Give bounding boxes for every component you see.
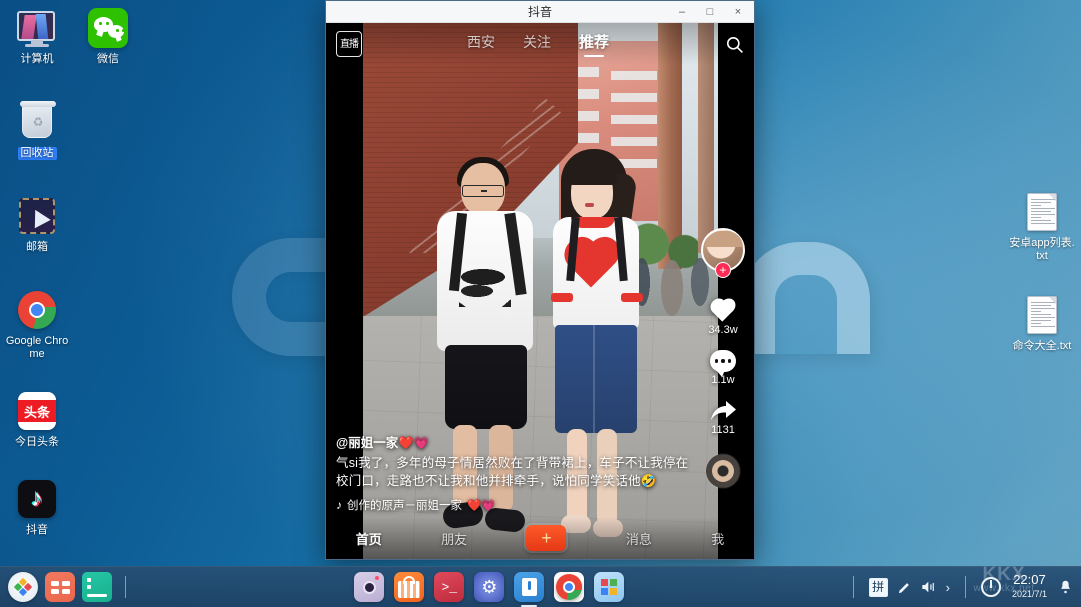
power-icon[interactable] <box>980 577 1001 597</box>
desktop-icon-label: 回收站 <box>17 147 57 160</box>
caption-author-name: @丽姐一家 <box>336 436 399 450</box>
caption-music[interactable]: ♪ 创作的原声－丽姐一家 ❤️💗 <box>336 497 692 513</box>
chrome-icon <box>17 290 57 330</box>
watermark: KKX www.kkx.net <box>929 559 1079 601</box>
tab-following[interactable]: 关注 <box>523 32 551 57</box>
wechat-icon <box>88 8 128 48</box>
desktop-icon-label: Google Chrome <box>5 335 69 360</box>
toutiao-icon: 头条 <box>17 391 57 431</box>
close-button[interactable]: × <box>724 2 752 22</box>
desktop-icon-android-app-list-txt[interactable]: 安卓app列表.txt <box>1007 190 1077 263</box>
like-button[interactable]: 34.3w <box>708 286 738 336</box>
chevron-right-icon[interactable]: › <box>946 580 950 595</box>
avatar[interactable]: + <box>701 228 745 278</box>
recycle-bin-icon: ♻ <box>17 101 57 142</box>
caption-author[interactable]: @丽姐一家❤️💗 <box>336 432 692 451</box>
text-file-icon <box>1022 192 1062 232</box>
volume-icon[interactable] <box>921 580 937 594</box>
video-caption: @丽姐一家❤️💗 气si我了，多年的母子情居然败在了背带裙上，车子不让我停在校门… <box>326 432 754 513</box>
windows-apps-icon[interactable] <box>594 572 625 602</box>
chrome-icon[interactable] <box>554 572 585 602</box>
terminal-taskbar-button[interactable] <box>82 572 112 602</box>
desktop-icon-recycle-bin[interactable]: ♻ 回收站 <box>2 100 72 160</box>
desktop-icon-label: 今日头条 <box>15 436 59 448</box>
caption-author-hearts: ❤️💗 <box>398 436 430 450</box>
desktop-icon-douyin[interactable]: ♪ 抖音 <box>2 477 72 537</box>
clock-date: 2021/7/1 <box>1011 589 1047 599</box>
music-note-icon: ♪ <box>336 498 342 512</box>
app-bottom-navigation: 首页 朋友 + 消息 我 <box>326 517 754 559</box>
follow-plus-badge[interactable]: + <box>715 262 731 278</box>
window-titlebar[interactable]: 抖音 – □ × <box>326 1 754 23</box>
terminal-icon[interactable]: >_ <box>434 572 465 602</box>
text-file-icon <box>1022 295 1062 335</box>
bottom-nav-friends[interactable]: 朋友 <box>441 529 467 548</box>
desktop-icon-computer[interactable]: 计算机 <box>2 6 72 66</box>
desktop-icon-label: 抖音 <box>26 524 48 536</box>
live-button[interactable]: 直播 <box>336 31 362 57</box>
clock-time: 22:07 <box>1013 572 1046 587</box>
minimize-button[interactable]: – <box>668 2 696 22</box>
toutiao-glyph: 头条 <box>18 400 56 422</box>
comment-icon <box>710 350 736 377</box>
create-post-button[interactable]: + <box>526 525 567 551</box>
taskbar-divider <box>125 576 126 598</box>
mail-icon <box>17 196 57 236</box>
screenshot-app-icon[interactable] <box>354 572 385 602</box>
heart-icon <box>710 298 736 322</box>
desktop-icon-chrome[interactable]: Google Chrome <box>2 288 72 361</box>
desktop-icon-label: 计算机 <box>20 53 54 65</box>
pen-icon[interactable] <box>897 580 912 595</box>
window-controls: – □ × <box>668 1 752 23</box>
author-avatar-button[interactable]: + <box>701 228 745 278</box>
desktop-icon-label: 命令大全.txt <box>1012 340 1072 352</box>
bottom-nav-home[interactable]: 首页 <box>356 529 382 548</box>
desktop-icon-toutiao[interactable]: 头条 今日头条 <box>2 389 72 449</box>
bell-icon[interactable] <box>1058 579 1073 595</box>
douyin-window[interactable]: 抖音 – □ × 直播 西安 关注 推荐 + 34.3w 1.1w 1131 @… <box>325 0 755 560</box>
like-count: 34.3w <box>708 324 738 336</box>
taskbar-app-group: >_ ⚙ <box>132 572 847 602</box>
tab-recommend[interactable]: 推荐 <box>579 31 609 57</box>
taskbar-left-group <box>0 572 132 602</box>
taskbar[interactable]: >_ ⚙ 拼 › 22:07 2021/7/1 KKX www.kkx.net <box>0 565 1081 607</box>
start-menu-icon <box>13 577 33 597</box>
search-icon[interactable] <box>714 35 754 54</box>
windows-grid-icon <box>601 579 618 595</box>
app-launcher-button[interactable] <box>45 572 75 602</box>
video-player[interactable]: 直播 西安 关注 推荐 + 34.3w 1.1w 1131 @丽姐一家❤️💗 气… <box>326 23 754 559</box>
ime-indicator[interactable]: 拼 <box>868 577 888 597</box>
maximize-button[interactable]: □ <box>696 2 724 22</box>
app-top-navigation: 直播 西安 关注 推荐 <box>326 23 754 65</box>
bottom-nav-profile[interactable]: 我 <box>711 529 724 548</box>
comment-button[interactable]: 1.1w <box>710 350 736 386</box>
desktop-icon-column-right: 安卓app列表.txt 命令大全.txt <box>1007 190 1077 359</box>
taskbar-system-tray: 拼 › 22:07 2021/7/1 KKX www.kkx.net <box>847 565 1081 600</box>
music-title: 创作的原声－丽姐一家 <box>347 500 462 512</box>
tray-divider-left <box>852 576 854 598</box>
douyin-icon: ♪ <box>17 479 57 519</box>
desktop-icon-label: 邮箱 <box>26 241 48 253</box>
bottom-nav-messages[interactable]: 消息 <box>626 529 652 548</box>
desktop-icon-command-list-txt[interactable]: 命令大全.txt <box>1007 293 1077 353</box>
desktop-icon-label: 微信 <box>97 53 119 65</box>
desktop-icon-wechat[interactable]: 微信 <box>73 6 143 66</box>
start-menu-button[interactable] <box>8 572 38 602</box>
music-hearts: ❤️💗 <box>467 500 496 512</box>
top-tab-list: 西安 关注 推荐 <box>362 31 714 57</box>
clock[interactable]: 22:07 2021/7/1 <box>1010 572 1049 600</box>
caption-text: 气si我了，多年的母子情居然败在了背带裙上，车子不让我停在校门口，走路也不让我和… <box>336 456 689 488</box>
settings-icon[interactable]: ⚙ <box>474 572 505 602</box>
desktop-icon-label: 安卓app列表.txt <box>1009 237 1075 262</box>
desktop-icon-column-second: 微信 <box>73 6 143 72</box>
share-button[interactable]: 1131 <box>709 400 737 436</box>
tray-divider-right <box>964 576 966 598</box>
file-manager-icon[interactable] <box>514 572 545 602</box>
computer-icon <box>17 8 57 48</box>
desktop-icon-column-left: 计算机 ♻ 回收站 邮箱 Google Chrome 头条 今日头条 ♪ 抖音 <box>2 6 72 543</box>
tab-xian[interactable]: 西安 <box>467 32 495 57</box>
app-store-icon[interactable] <box>394 572 425 602</box>
desktop-icon-mail[interactable]: 邮箱 <box>2 194 72 254</box>
share-icon <box>709 400 737 422</box>
